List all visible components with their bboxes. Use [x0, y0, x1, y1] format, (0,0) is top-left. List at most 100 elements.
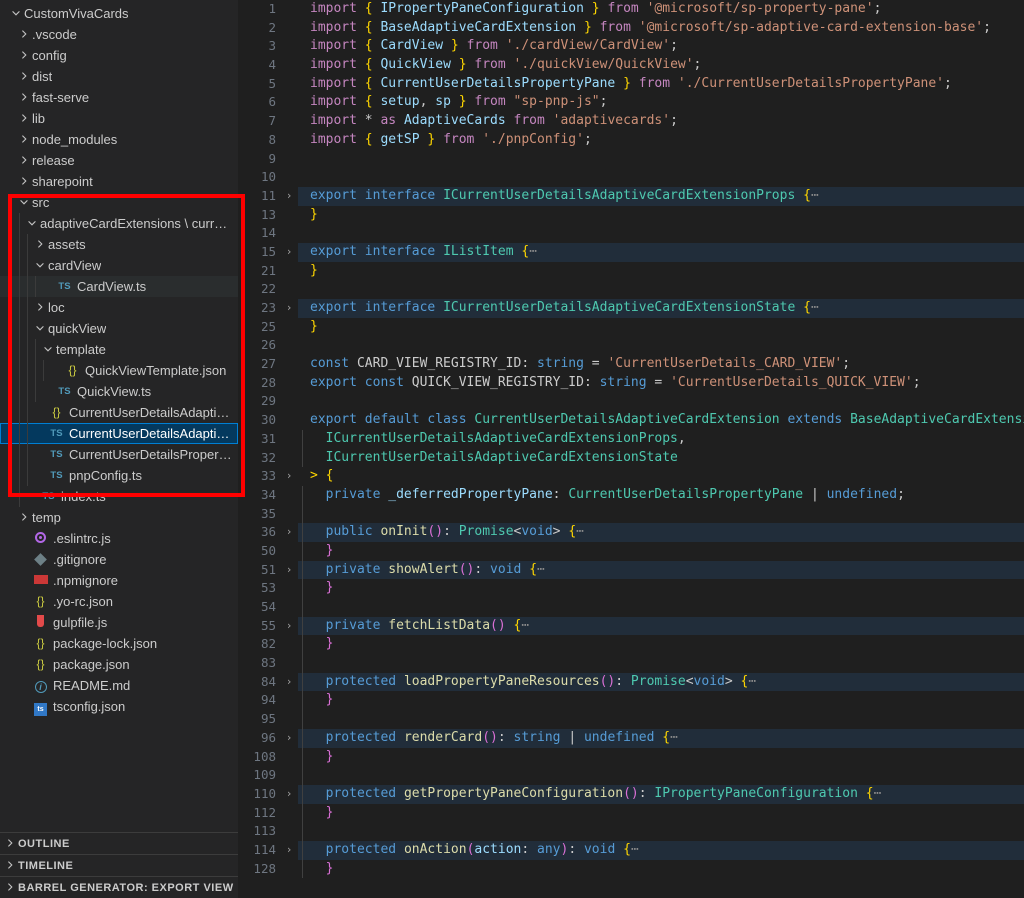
chevron-down-icon[interactable]	[40, 339, 56, 360]
fold-chevron-icon[interactable]: ›	[280, 673, 298, 692]
code-line[interactable]: 29	[238, 392, 1024, 411]
code-line[interactable]: 14	[238, 224, 1024, 243]
chevron-right-icon[interactable]	[16, 45, 32, 66]
code-line[interactable]: 10	[238, 168, 1024, 187]
chevron-right-icon[interactable]	[16, 129, 32, 150]
tree-file-quickviewtemplate-json[interactable]: {}QuickViewTemplate.json	[0, 360, 238, 381]
code-line[interactable]: 21}	[238, 262, 1024, 281]
code-line[interactable]: 83	[238, 654, 1024, 673]
file-tree[interactable]: CustomVivaCards.vscodeconfigdistfast-ser…	[0, 0, 238, 832]
tree-folder-loc[interactable]: loc	[0, 297, 238, 318]
sidebar-panel-outline[interactable]: OUTLINE	[0, 832, 238, 854]
code-line[interactable]: 108 }	[238, 748, 1024, 767]
code-line[interactable]: 51› private showAlert(): void {⋯	[238, 561, 1024, 580]
fold-chevron-icon[interactable]: ›	[280, 729, 298, 748]
tree-folder-template[interactable]: template	[0, 339, 238, 360]
code-line[interactable]: 95	[238, 710, 1024, 729]
tree-file-currentuserdetailspropertypan[interactable]: TSCurrentUserDetailsPropertyPan...	[0, 444, 238, 465]
fold-chevron-icon[interactable]: ›	[280, 785, 298, 804]
fold-chevron-icon[interactable]: ›	[280, 299, 298, 318]
code-line[interactable]: 28export const QUICK_VIEW_REGISTRY_ID: s…	[238, 374, 1024, 393]
code-line[interactable]: 53 }	[238, 579, 1024, 598]
tree-folder-lib[interactable]: lib	[0, 108, 238, 129]
code-line[interactable]: 96› protected renderCard(): string | und…	[238, 729, 1024, 748]
chevron-right-icon[interactable]	[16, 66, 32, 87]
code-line[interactable]: 54	[238, 598, 1024, 617]
code-line[interactable]: 23›export interface ICurrentUserDetailsA…	[238, 299, 1024, 318]
tree-folder-node-modules[interactable]: node_modules	[0, 129, 238, 150]
code-line[interactable]: 84› protected loadPropertyPaneResources(…	[238, 673, 1024, 692]
code-line[interactable]: 6import { setup, sp } from "sp-pnp-js";	[238, 93, 1024, 112]
tree-file-package-json[interactable]: {}package.json	[0, 654, 238, 675]
tree-file--gitignore[interactable]: .gitignore	[0, 549, 238, 570]
code-line[interactable]: 110› protected getPropertyPaneConfigurat…	[238, 785, 1024, 804]
code-line[interactable]: 112 }	[238, 804, 1024, 823]
chevron-right-icon[interactable]	[16, 108, 32, 129]
code-line[interactable]: 128 }	[238, 860, 1024, 879]
code-line[interactable]: 30export default class CurrentUserDetail…	[238, 411, 1024, 430]
chevron-right-icon[interactable]	[2, 855, 18, 876]
code-line[interactable]: 94 }	[238, 691, 1024, 710]
tree-file-quickview-ts[interactable]: TSQuickView.ts	[0, 381, 238, 402]
tree-folder-fast-serve[interactable]: fast-serve	[0, 87, 238, 108]
chevron-right-icon[interactable]	[16, 150, 32, 171]
chevron-right-icon[interactable]	[16, 24, 32, 45]
sidebar-panel-timeline[interactable]: TIMELINE	[0, 854, 238, 876]
tree-file--eslintrc-js[interactable]: .eslintrc.js	[0, 528, 238, 549]
code-line[interactable]: 33›> {	[238, 467, 1024, 486]
code-line[interactable]: 114› protected onAction(action: any): vo…	[238, 841, 1024, 860]
tree-folder-sharepoint[interactable]: sharepoint	[0, 171, 238, 192]
tree-folder-assets[interactable]: assets	[0, 234, 238, 255]
tree-folder-release[interactable]: release	[0, 150, 238, 171]
code-line[interactable]: 109	[238, 766, 1024, 785]
code-line[interactable]: 50 }	[238, 542, 1024, 561]
tree-file-readme-md[interactable]: iREADME.md	[0, 675, 238, 696]
chevron-down-icon[interactable]	[8, 3, 24, 24]
fold-chevron-icon[interactable]: ›	[280, 243, 298, 262]
code-line[interactable]: 32 ICurrentUserDetailsAdaptiveCardExtens…	[238, 449, 1024, 468]
code-editor[interactable]: 1import { IPropertyPaneConfiguration } f…	[238, 0, 1024, 898]
tree-folder-temp[interactable]: temp	[0, 507, 238, 528]
code-line[interactable]: 22	[238, 280, 1024, 299]
tree-file--npmignore[interactable]: .npmignore	[0, 570, 238, 591]
code-line[interactable]: 11›export interface ICurrentUserDetailsA…	[238, 187, 1024, 206]
tree-file-currentuserdetailsadaptivecar[interactable]: TSCurrentUserDetailsAdaptiveCar...	[0, 423, 238, 444]
code-line[interactable]: 113	[238, 822, 1024, 841]
code-line[interactable]: 82 }	[238, 635, 1024, 654]
chevron-right-icon[interactable]	[32, 297, 48, 318]
code-line[interactable]: 8import { getSP } from './pnpConfig';	[238, 131, 1024, 150]
tree-folder-cardview[interactable]: cardView	[0, 255, 238, 276]
chevron-down-icon[interactable]	[32, 318, 48, 339]
tree-file-index-ts[interactable]: TSindex.ts	[0, 486, 238, 507]
tree-file-currentuserdetailsadaptivecar[interactable]: {}CurrentUserDetailsAdaptiveCar...	[0, 402, 238, 423]
tree-folder-config[interactable]: config	[0, 45, 238, 66]
code-line[interactable]: 31 ICurrentUserDetailsAdaptiveCardExtens…	[238, 430, 1024, 449]
chevron-right-icon[interactable]	[16, 507, 32, 528]
tree-file-cardview-ts[interactable]: TSCardView.ts	[0, 276, 238, 297]
code-line[interactable]: 3import { CardView } from './cardView/Ca…	[238, 37, 1024, 56]
code-line[interactable]: 9	[238, 150, 1024, 169]
code-line[interactable]: 5import { CurrentUserDetailsPropertyPane…	[238, 75, 1024, 94]
code-line[interactable]: 35	[238, 505, 1024, 524]
fold-chevron-icon[interactable]: ›	[280, 841, 298, 860]
fold-chevron-icon[interactable]: ›	[280, 467, 298, 486]
tree-file--yo-rc-json[interactable]: {}.yo-rc.json	[0, 591, 238, 612]
tree-folder-quickview[interactable]: quickView	[0, 318, 238, 339]
code-line[interactable]: 13}	[238, 206, 1024, 225]
code-line[interactable]: 34 private _deferredPropertyPane: Curren…	[238, 486, 1024, 505]
code-line[interactable]: 15›export interface IListItem {⋯	[238, 243, 1024, 262]
code-line[interactable]: 27const CARD_VIEW_REGISTRY_ID: string = …	[238, 355, 1024, 374]
tree-folder-dist[interactable]: dist	[0, 66, 238, 87]
code-line[interactable]: 25}	[238, 318, 1024, 337]
chevron-right-icon[interactable]	[32, 234, 48, 255]
tree-file-tsconfig-json[interactable]: tstsconfig.json	[0, 696, 238, 717]
chevron-down-icon[interactable]	[24, 213, 40, 234]
code-line[interactable]: 2import { BaseAdaptiveCardExtension } fr…	[238, 19, 1024, 38]
fold-chevron-icon[interactable]: ›	[280, 561, 298, 580]
chevron-down-icon[interactable]	[16, 192, 32, 213]
chevron-right-icon[interactable]	[16, 87, 32, 108]
chevron-right-icon[interactable]	[2, 877, 18, 898]
sidebar-panel-barrel-generator[interactable]: BARREL GENERATOR: EXPORT VIEW	[0, 876, 238, 898]
tree-folder-src[interactable]: src	[0, 192, 238, 213]
chevron-right-icon[interactable]	[16, 171, 32, 192]
